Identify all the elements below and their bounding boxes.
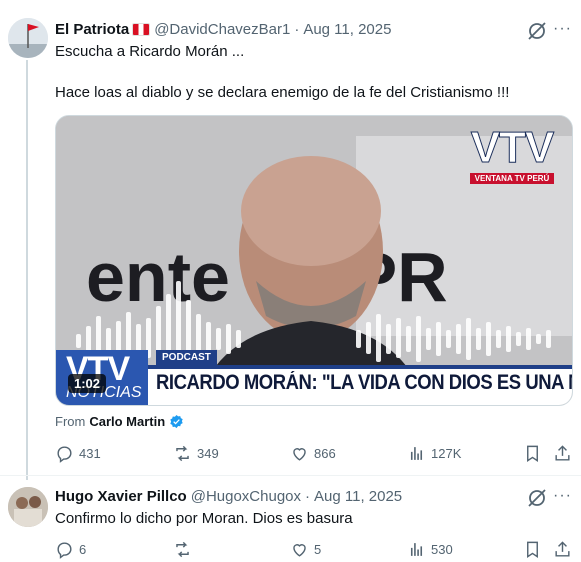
- grok-icon[interactable]: [526, 487, 548, 509]
- retweet-button[interactable]: [173, 540, 197, 559]
- grok-icon[interactable]: [526, 20, 548, 42]
- video-player[interactable]: ente DUPR: [55, 115, 573, 406]
- retweet-icon: [176, 445, 189, 462]
- headline-bar: RICARDO MORÁN: "LA VIDA CON DIOS ES UNA …: [148, 365, 572, 405]
- author-handle[interactable]: @HugoxChugox: [191, 488, 301, 505]
- like-button[interactable]: 5: [290, 540, 321, 559]
- verified-badge-icon: [170, 414, 183, 429]
- tweet-text-line2: Hace loas al diablo y se declara enemigo…: [55, 84, 510, 101]
- reply-button[interactable]: 6: [55, 540, 86, 559]
- author-handle[interactable]: @DavidChavezBar1: [154, 21, 290, 38]
- share-button[interactable]: [553, 444, 572, 463]
- separator-dot: ·: [294, 21, 300, 38]
- author-name[interactable]: Hugo Xavier Pillco: [55, 488, 187, 505]
- vtv-logo: VTV VENTANA TV PERÚ: [462, 123, 562, 186]
- views-button[interactable]: 127K: [407, 444, 461, 463]
- reply-button[interactable]: 431: [55, 444, 101, 463]
- retweet-button[interactable]: 349: [173, 444, 219, 463]
- views-button[interactable]: 530: [407, 540, 453, 559]
- like-icon: [293, 544, 306, 557]
- tweet-date[interactable]: Aug 11, 2025: [314, 488, 402, 505]
- separator-dot: ·: [305, 488, 311, 505]
- tweet-date[interactable]: Aug 11, 2025: [303, 21, 391, 38]
- like-count: 866: [314, 446, 336, 461]
- views-icon: [410, 447, 423, 460]
- views-count: 127K: [431, 446, 462, 461]
- video-duration: 1:02: [68, 374, 107, 393]
- tweet-header: Hugo Xavier Pillco @HugoxChugox · Aug 11…: [55, 488, 402, 505]
- share-button[interactable]: [553, 540, 572, 559]
- thread-connector-line: [26, 60, 28, 480]
- tweet-text-line1: Escucha a Ricardo Morán ...: [55, 43, 245, 60]
- tweet-divider: [0, 475, 581, 476]
- tweet-header: El Patriota @DavidChavezBar1 · Aug 11, 2…: [55, 21, 391, 38]
- vtv-logo-text: VTV: [470, 123, 555, 172]
- video-source: From Carlo Martin: [55, 414, 184, 429]
- views-icon: [410, 543, 423, 556]
- podcast-tag: PODCAST: [156, 350, 217, 365]
- avatar-image: [8, 487, 48, 527]
- share-icon: [555, 445, 570, 461]
- reply-count: 6: [79, 542, 87, 557]
- like-count: 5: [314, 542, 322, 557]
- reply-icon: [57, 542, 72, 559]
- like-button[interactable]: 866: [290, 444, 336, 463]
- like-icon: [293, 448, 306, 461]
- tweet-actions: 431 349 866 127K: [55, 444, 575, 466]
- views-count: 530: [431, 542, 453, 557]
- bookmark-button[interactable]: [523, 540, 542, 559]
- tweet-text-line1: Confirmo lo dicho por Moran. Dios es bas…: [55, 510, 353, 527]
- source-prefix: From: [55, 414, 86, 429]
- avatar[interactable]: [8, 487, 48, 527]
- lower-third: PODCAST RICARDO MORÁN: "LA VIDA CON DIOS…: [56, 350, 572, 405]
- reply-icon: [57, 446, 72, 463]
- share-icon: [555, 541, 570, 557]
- source-name[interactable]: Carlo Martin: [89, 414, 165, 429]
- bookmark-icon: [527, 445, 538, 462]
- reply-count: 431: [79, 446, 101, 461]
- vtv-logo-subtitle: VENTANA TV PERÚ: [469, 173, 555, 184]
- retweet-count: 349: [197, 446, 219, 461]
- bookmark-icon: [527, 541, 538, 558]
- video-headline: RICARDO MORÁN: "LA VIDA CON DIOS ES UNA …: [156, 371, 572, 394]
- tweet-actions: 6 5 530: [55, 540, 575, 562]
- author-name[interactable]: El Patriota: [55, 21, 129, 38]
- bookmark-button[interactable]: [523, 444, 542, 463]
- avatar[interactable]: [8, 18, 48, 58]
- more-icon[interactable]: ···: [553, 487, 572, 505]
- peru-flag-icon: [132, 23, 151, 36]
- avatar-image: [8, 18, 48, 58]
- retweet-icon: [176, 541, 189, 558]
- more-icon[interactable]: ···: [553, 20, 572, 38]
